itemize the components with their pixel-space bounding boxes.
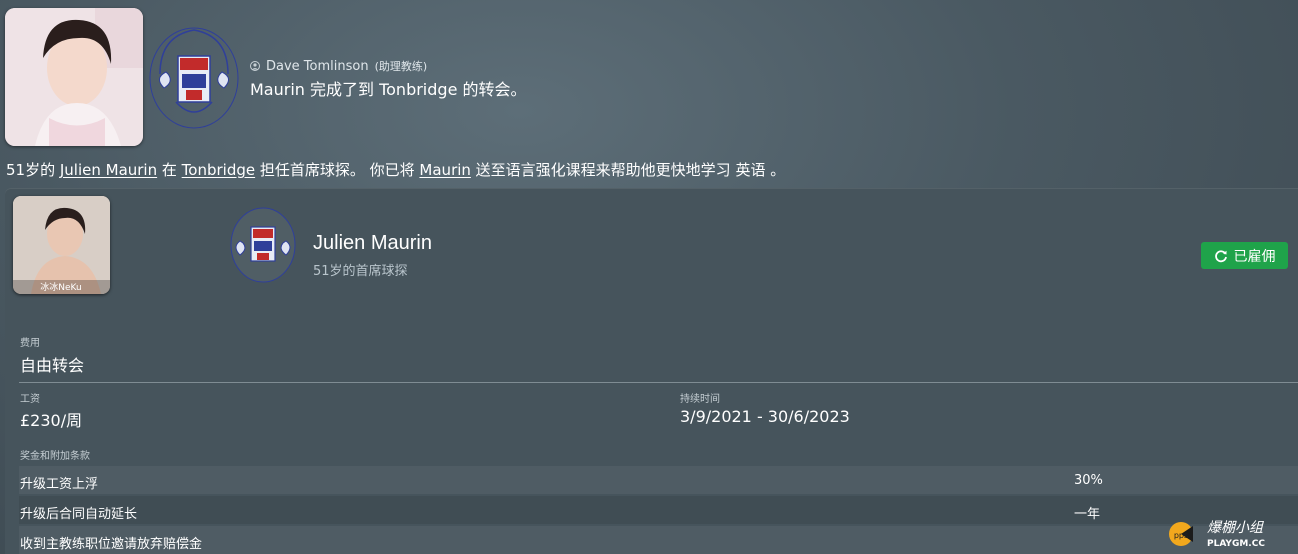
news-title: Maurin 完成了到 Tonbridge 的转会。 (250, 80, 527, 99)
news-body-text: 送至语言强化课程来帮助他更快地学习 (470, 161, 736, 179)
refresh-icon (1214, 249, 1227, 262)
clause-label: 升级工资上浮 (20, 477, 99, 492)
sender-role: (助理教练) (374, 60, 428, 73)
news-sender[interactable]: Dave Tomlinson (助理教练) (250, 58, 527, 74)
staff-surname-link[interactable]: Maurin (419, 161, 470, 179)
duration-label: 持续时间 (680, 394, 720, 405)
duration-value: 3/9/2021 - 30/6/2023 (680, 407, 850, 426)
person-icon (250, 61, 260, 71)
staff-contract-card: 冰冰NeKu Julien Maurin 51岁的首席球探 已雇佣 费用 自由转… (5, 188, 1298, 554)
section-divider (19, 382, 1298, 383)
news-body: 51岁的 Julien Maurin 在 Tonbridge 担任首席球探。 你… (6, 159, 785, 180)
news-header: Dave Tomlinson (助理教练) Maurin 完成了到 Tonbri… (250, 58, 527, 100)
club-crest-small (230, 207, 296, 283)
site-watermark-logo: pps 爆棚小组 PLAYGM.CC (1169, 520, 1265, 549)
clause-value: 一年 (1074, 507, 1101, 522)
hired-status-label: 已雇佣 (1233, 248, 1276, 265)
clause-row: 升级工资上浮 30% (19, 466, 1298, 494)
fee-value: 自由转会 (20, 356, 85, 375)
staff-name-link[interactable]: Julien Maurin (60, 161, 157, 179)
clause-row: 升级后合同自动延长 一年 (19, 496, 1298, 524)
fee-label: 费用 (20, 338, 40, 349)
news-body-text: 在 (157, 161, 182, 179)
clause-value: 30% (1074, 473, 1103, 488)
photo-caption: 冰冰NeKu (40, 281, 81, 293)
news-body-text: 51岁的 (6, 161, 60, 179)
wage-label: 工资 (20, 394, 40, 405)
staff-photo[interactable]: 冰冰NeKu (13, 196, 110, 294)
hired-status-button[interactable]: 已雇佣 (1201, 242, 1288, 269)
wage-value: £230/周 (20, 411, 83, 430)
clause-label: 升级后合同自动延长 (20, 507, 138, 522)
staff-role: 51岁的首席球探 (313, 264, 408, 279)
club-crest-large (149, 27, 239, 129)
watermark-badge: pps (1174, 531, 1188, 540)
news-body-text: 。 (765, 161, 786, 179)
watermark-site: PLAYGM.CC (1207, 539, 1265, 549)
bonus-label: 奖金和附加条款 (20, 451, 90, 462)
staff-name[interactable]: Julien Maurin (313, 232, 432, 255)
clause-row: 收到主教练职位邀请放弃赔偿金 (19, 526, 1298, 554)
sender-name[interactable]: Dave Tomlinson (266, 59, 369, 74)
language-text: 英语 (735, 161, 766, 179)
clause-label: 收到主教练职位邀请放弃赔偿金 (20, 537, 203, 552)
watermark-title: 爆棚小组 (1207, 520, 1264, 536)
club-link[interactable]: Tonbridge (182, 161, 255, 179)
news-body-text: 担任首席球探。 你已将 (255, 161, 420, 179)
manager-photo (5, 8, 143, 146)
